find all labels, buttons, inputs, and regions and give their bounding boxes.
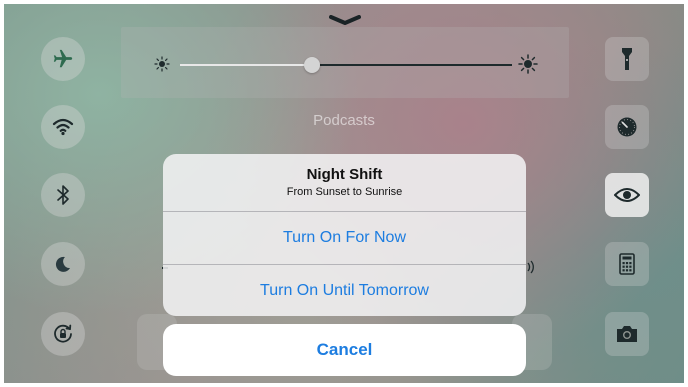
flashlight-button[interactable] (605, 37, 649, 81)
cancel-button[interactable]: Cancel (163, 324, 526, 376)
action-sheet-subtitle: From Sunset to Sunrise (286, 186, 403, 198)
chevron-down-icon[interactable] (329, 15, 361, 25)
calculator-button[interactable] (605, 242, 649, 286)
bluetooth-toggle[interactable] (41, 173, 85, 217)
airplane-icon (53, 49, 73, 68)
camera-button[interactable] (605, 312, 649, 356)
rotation-lock-toggle[interactable] (41, 312, 85, 356)
calculator-icon (619, 253, 635, 275)
sun-small-icon (154, 56, 170, 72)
brightness-slider-track[interactable] (314, 64, 512, 66)
eye-icon (614, 188, 640, 202)
control-center: Podcasts Night Shift From Sunset to Sunr… (4, 4, 684, 383)
wifi-icon (52, 118, 74, 136)
now-playing-app-label: Podcasts (313, 112, 375, 129)
bluetooth-icon (57, 185, 69, 205)
brightness-slider-thumb[interactable] (304, 57, 320, 73)
turn-on-until-tomorrow-button[interactable]: Turn On Until Tomorrow (163, 265, 526, 316)
night-shift-action-sheet: Night Shift From Sunset to Sunrise Turn … (163, 154, 526, 316)
brightness-slider-filled[interactable] (180, 64, 311, 66)
flashlight-icon (622, 48, 632, 70)
moon-icon (55, 256, 70, 272)
timer-button[interactable] (605, 105, 649, 149)
rotation-lock-icon (54, 324, 72, 343)
airplay-icon (527, 260, 534, 274)
camera-icon (617, 326, 637, 342)
action-sheet-title: Night Shift (306, 166, 383, 183)
night-shift-button[interactable] (605, 173, 649, 217)
do-not-disturb-toggle[interactable] (41, 242, 85, 286)
wifi-toggle[interactable] (41, 105, 85, 149)
airplane-mode-toggle[interactable] (41, 37, 85, 81)
turn-on-for-now-button[interactable]: Turn On For Now (163, 212, 526, 264)
timer-icon (617, 117, 637, 137)
brightness-panel (121, 27, 569, 98)
action-sheet-header: Night Shift From Sunset to Sunrise (163, 154, 526, 211)
sun-large-icon (518, 54, 538, 74)
